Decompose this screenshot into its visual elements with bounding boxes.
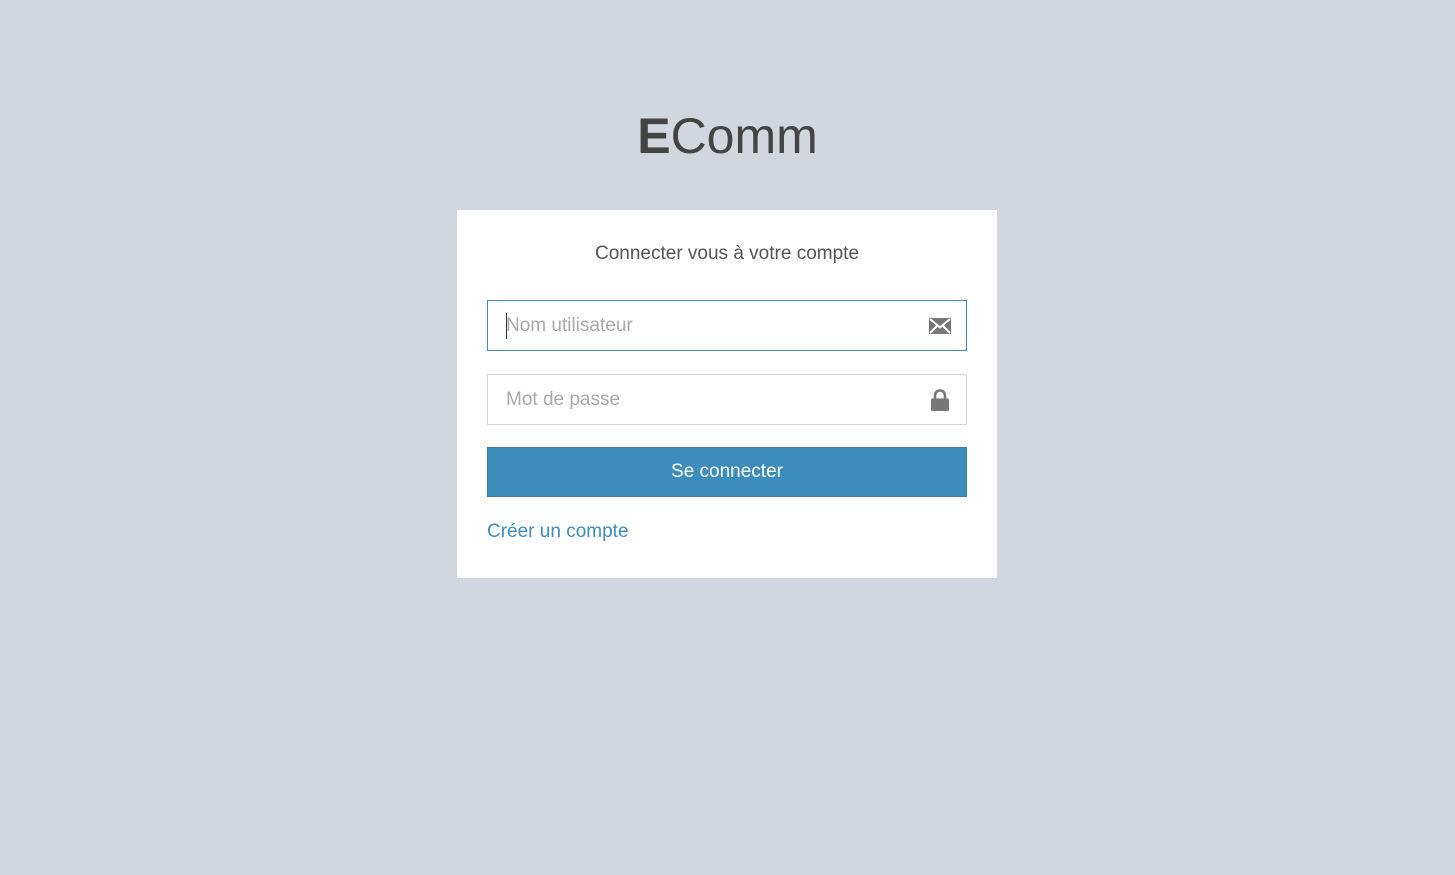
logo-light-text: Comm <box>670 108 818 164</box>
logo-bold-text: E <box>637 108 671 164</box>
login-button[interactable]: Se connecter <box>487 447 967 497</box>
lock-icon <box>928 388 952 412</box>
envelope-icon <box>928 314 952 338</box>
app-logo: EComm <box>0 106 1455 166</box>
username-field[interactable] <box>487 300 967 351</box>
text-caret <box>506 313 507 339</box>
username-input[interactable] <box>488 301 908 350</box>
password-input[interactable] <box>488 375 908 424</box>
login-box: Connecter vous à votre compte Se connect… <box>457 210 997 578</box>
login-message: Connecter vous à votre compte <box>594 243 860 264</box>
create-account-link[interactable]: Créer un compte <box>487 521 629 543</box>
password-field[interactable] <box>487 374 967 425</box>
